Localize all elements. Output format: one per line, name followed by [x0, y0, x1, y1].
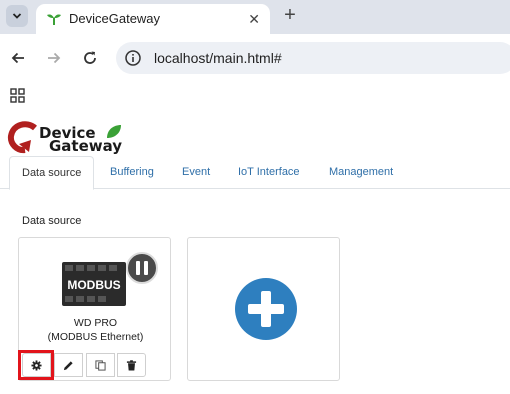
tab-iot-interface[interactable]: IoT Interface — [226, 156, 312, 189]
arrow-right-icon — [48, 52, 61, 64]
new-tab-button[interactable]: + — [280, 5, 300, 25]
copy-icon — [95, 359, 106, 371]
main-nav-tabs: Data source Buffering Event IoT Interfac… — [0, 156, 510, 190]
modbus-device-image: MODBUS — [62, 262, 126, 306]
tab-event[interactable]: Event — [170, 156, 222, 189]
pencil-icon — [63, 360, 73, 370]
pause-button[interactable] — [126, 252, 158, 284]
edit-button[interactable] — [54, 353, 83, 377]
reload-button[interactable] — [80, 48, 100, 68]
logo-leaf-icon — [107, 125, 121, 138]
tab-management[interactable]: Management — [317, 156, 405, 189]
device-name: WD PRO — [73, 317, 118, 329]
arrow-left-icon — [11, 52, 24, 64]
device-actions — [18, 350, 172, 380]
browser-tab-strip: DeviceGateway ✕ + — [0, 0, 510, 34]
info-icon[interactable] — [124, 49, 142, 72]
browser-toolbar: localhost/main.html# — [0, 34, 510, 82]
browser-tab[interactable]: DeviceGateway ✕ — [36, 4, 270, 34]
device-image-label: MODBUS — [67, 278, 120, 292]
device-card[interactable]: MODBUS WD PRO (MODBUS Ethernet) — [18, 237, 171, 381]
add-data-source-card[interactable] — [187, 237, 340, 381]
logo-text-gateway: Gateway — [49, 137, 123, 155]
url-text: localhost/main.html# — [154, 50, 282, 66]
plus-icon — [248, 291, 284, 327]
reload-icon — [84, 51, 96, 64]
page-content: Device Gateway Data source Buffering Eve… — [0, 112, 510, 394]
forward-button[interactable] — [44, 48, 64, 68]
device-gateway-logo: Device Gateway — [5, 118, 125, 158]
delete-button[interactable] — [117, 353, 146, 377]
apps-grid-icon[interactable] — [10, 88, 26, 109]
pause-icon — [136, 261, 148, 275]
add-button[interactable] — [235, 278, 297, 340]
tab-buffering[interactable]: Buffering — [98, 156, 166, 189]
close-icon[interactable]: ✕ — [248, 11, 260, 27]
tab-data-source[interactable]: Data source — [9, 156, 95, 190]
section-title: Data source — [22, 215, 82, 227]
trash-icon — [126, 359, 137, 371]
gear-icon — [31, 359, 42, 371]
chevron-down-icon — [12, 13, 22, 19]
copy-button[interactable] — [86, 353, 115, 377]
address-bar[interactable]: localhost/main.html# — [116, 42, 510, 74]
bookmarks-bar — [0, 82, 510, 112]
back-button[interactable] — [8, 48, 28, 68]
tab-title: DeviceGateway — [69, 11, 161, 26]
device-protocol: (MODBUS Ethernet) — [47, 331, 144, 343]
settings-button[interactable] — [22, 353, 51, 377]
tab-search-button[interactable] — [6, 5, 28, 27]
gateway-favicon-icon — [46, 12, 62, 31]
